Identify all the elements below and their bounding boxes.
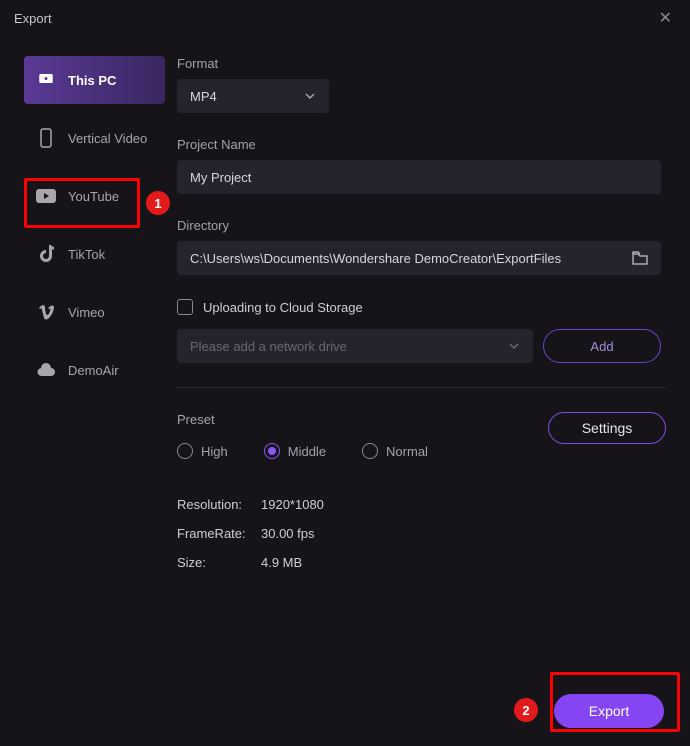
tiktok-icon xyxy=(36,244,56,264)
directory-value: C:\Users\ws\Documents\Wondershare DemoCr… xyxy=(190,251,561,266)
preset-middle-radio[interactable]: Middle xyxy=(264,443,326,459)
annotation-highlight-youtube xyxy=(24,178,140,228)
sidebar-item-tiktok[interactable]: TikTok xyxy=(24,230,165,278)
preset-normal-radio[interactable]: Normal xyxy=(362,443,428,459)
format-value: MP4 xyxy=(190,89,217,104)
add-button[interactable]: Add xyxy=(543,329,661,363)
sidebar-item-demoair[interactable]: DemoAir xyxy=(24,346,165,394)
size-label: Size: xyxy=(177,555,261,570)
annotation-badge-1: 1 xyxy=(146,191,170,215)
sidebar-item-label: This PC xyxy=(68,73,116,88)
format-label: Format xyxy=(177,56,666,71)
size-value: 4.9 MB xyxy=(261,555,302,570)
resolution-label: Resolution: xyxy=(177,497,261,512)
sidebar-item-vertical-video[interactable]: Vertical Video xyxy=(24,114,165,162)
project-name-value: My Project xyxy=(190,170,251,185)
sidebar-item-vimeo[interactable]: Vimeo xyxy=(24,288,165,336)
sidebar-item-label: TikTok xyxy=(68,247,105,262)
annotation-highlight-export xyxy=(550,672,680,732)
monitor-icon xyxy=(36,70,56,90)
radio-icon xyxy=(362,443,378,459)
framerate-value: 30.00 fps xyxy=(261,526,315,541)
annotation-badge-2: 2 xyxy=(514,698,538,722)
main-panel: Format MP4 Project Name My Project Direc… xyxy=(165,36,690,676)
resolution-value: 1920*1080 xyxy=(261,497,324,512)
folder-icon[interactable] xyxy=(632,251,648,265)
window-title: Export xyxy=(14,11,52,26)
framerate-label: FrameRate: xyxy=(177,526,261,541)
chevron-down-icon xyxy=(508,342,520,350)
sidebar-item-label: DemoAir xyxy=(68,363,119,378)
cloud-upload-label: Uploading to Cloud Storage xyxy=(203,300,363,315)
cloud-upload-checkbox[interactable] xyxy=(177,299,193,315)
sidebar: This PC Vertical Video YouTube TikTok Vi… xyxy=(0,36,165,676)
directory-input[interactable]: C:\Users\ws\Documents\Wondershare DemoCr… xyxy=(177,241,661,275)
project-name-input[interactable]: My Project xyxy=(177,160,661,194)
sidebar-item-label: Vimeo xyxy=(68,305,105,320)
radio-checked-icon xyxy=(264,443,280,459)
sidebar-item-this-pc[interactable]: This PC xyxy=(24,56,165,104)
settings-button[interactable]: Settings xyxy=(548,412,666,444)
preset-label: Preset xyxy=(177,412,428,427)
phone-icon xyxy=(36,128,56,148)
preset-high-radio[interactable]: High xyxy=(177,443,228,459)
network-drive-select[interactable]: Please add a network drive xyxy=(177,329,533,363)
vimeo-icon xyxy=(36,302,56,322)
cloud-icon xyxy=(36,360,56,380)
chevron-down-icon xyxy=(304,92,316,100)
format-select[interactable]: MP4 xyxy=(177,79,329,113)
project-name-label: Project Name xyxy=(177,137,666,152)
divider xyxy=(177,387,666,388)
directory-label: Directory xyxy=(177,218,666,233)
sidebar-item-label: Vertical Video xyxy=(68,131,147,146)
close-icon[interactable]: ✕ xyxy=(655,4,676,32)
network-drive-placeholder: Please add a network drive xyxy=(190,339,347,354)
radio-icon xyxy=(177,443,193,459)
